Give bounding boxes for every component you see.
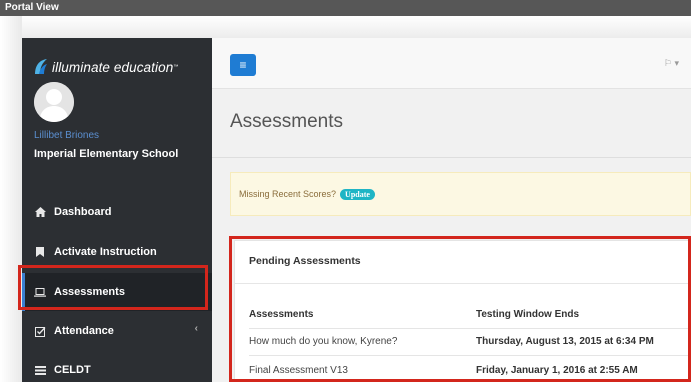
- alert-text: Missing Recent Scores?: [239, 189, 337, 199]
- logo-trademark: ™: [173, 64, 179, 70]
- screenshot-frame: Portal View illuminate education ™ Lilli…: [0, 0, 691, 382]
- sidebar-item-label: Attendance: [54, 325, 114, 337]
- check-square-icon: [34, 325, 46, 337]
- missing-scores-alert: Missing Recent Scores? Update: [230, 172, 691, 216]
- user-name[interactable]: Lillibet Briones: [34, 130, 99, 141]
- divider: [212, 157, 691, 158]
- illuminate-logo-icon: [35, 59, 47, 74]
- logo[interactable]: illuminate education ™: [34, 56, 214, 78]
- top-navbar: ≡ ⚐ ▾: [212, 38, 691, 89]
- sidebar-item-celdt[interactable]: CELDT: [22, 351, 212, 382]
- sidebar: illuminate education ™ Lillibet Briones …: [22, 38, 212, 382]
- pending-assessments-highlight-box: [229, 236, 691, 382]
- bookmark-icon: [34, 246, 46, 258]
- window-shadow-left: [0, 16, 22, 382]
- logo-text: illuminate education: [52, 59, 174, 75]
- user-silhouette-icon: [34, 82, 74, 122]
- sidebar-item-label: Dashboard: [54, 206, 112, 218]
- home-icon: [34, 206, 46, 218]
- language-dropdown-icon[interactable]: ⚐ ▾: [664, 58, 679, 69]
- portal-title-bar: Portal View: [0, 0, 691, 16]
- chevron-left-icon[interactable]: ‹: [195, 323, 198, 334]
- assessments-highlight-box: [18, 265, 208, 310]
- update-button[interactable]: Update: [340, 188, 375, 200]
- avatar[interactable]: [34, 82, 74, 122]
- sidebar-item-attendance[interactable]: Attendance ‹: [22, 312, 212, 350]
- list-icon: [34, 364, 46, 376]
- sidebar-item-dashboard[interactable]: Dashboard: [22, 193, 212, 231]
- page-title: Assessments: [230, 111, 343, 132]
- sidebar-item-label: Activate Instruction: [54, 246, 157, 258]
- menu-toggle-button[interactable]: ≡: [230, 54, 256, 76]
- sidebar-item-label: CELDT: [54, 364, 91, 376]
- window-shadow-top: [22, 16, 691, 38]
- school-name: Imperial Elementary School: [34, 148, 179, 160]
